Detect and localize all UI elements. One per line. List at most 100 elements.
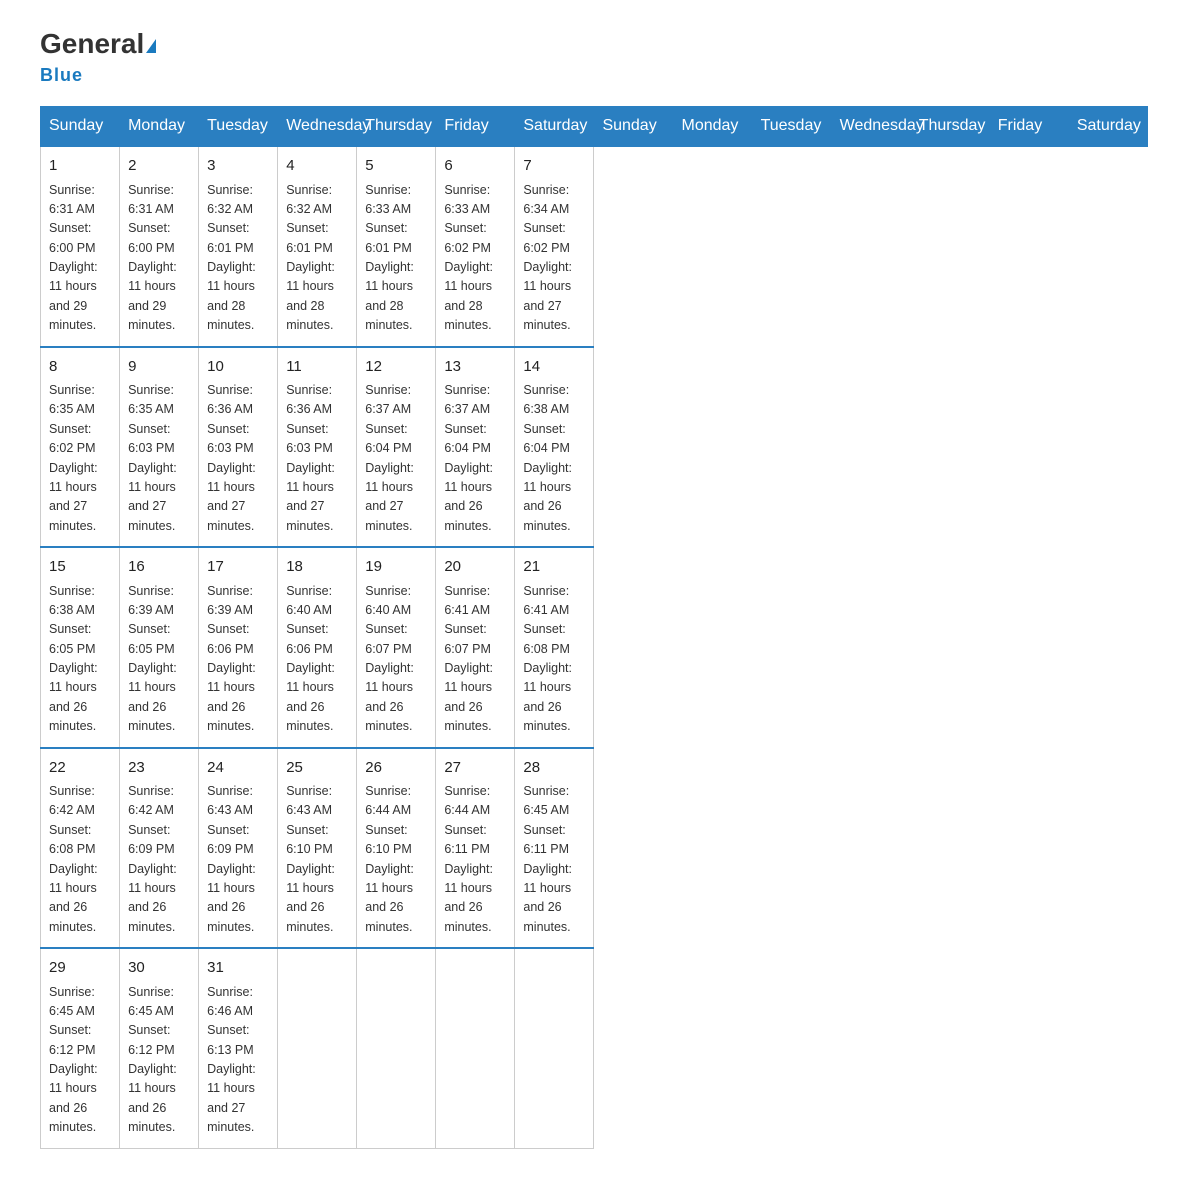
header-tuesday: Tuesday	[199, 107, 278, 147]
day-info: Sunrise: 6:43 AMSunset: 6:09 PMDaylight:…	[207, 782, 269, 937]
day-info: Sunrise: 6:45 AMSunset: 6:11 PMDaylight:…	[523, 782, 585, 937]
header-friday: Friday	[436, 107, 515, 147]
day-info: Sunrise: 6:31 AMSunset: 6:00 PMDaylight:…	[128, 181, 190, 336]
calendar-cell: 1 Sunrise: 6:31 AMSunset: 6:00 PMDayligh…	[41, 146, 120, 347]
day-number: 20	[444, 556, 506, 579]
calendar-cell: 16 Sunrise: 6:39 AMSunset: 6:05 PMDaylig…	[120, 547, 199, 748]
day-info: Sunrise: 6:42 AMSunset: 6:08 PMDaylight:…	[49, 782, 111, 937]
day-info: Sunrise: 6:39 AMSunset: 6:06 PMDaylight:…	[207, 582, 269, 737]
day-info: Sunrise: 6:36 AMSunset: 6:03 PMDaylight:…	[207, 381, 269, 536]
day-number: 24	[207, 757, 269, 780]
calendar-cell: 31 Sunrise: 6:46 AMSunset: 6:13 PMDaylig…	[199, 948, 278, 1148]
day-info: Sunrise: 6:41 AMSunset: 6:08 PMDaylight:…	[523, 582, 585, 737]
day-number: 6	[444, 155, 506, 178]
day-number: 29	[49, 957, 111, 980]
calendar-cell: 13 Sunrise: 6:37 AMSunset: 6:04 PMDaylig…	[436, 347, 515, 548]
calendar-week-1: 1 Sunrise: 6:31 AMSunset: 6:00 PMDayligh…	[41, 146, 1148, 347]
calendar-cell: 21 Sunrise: 6:41 AMSunset: 6:08 PMDaylig…	[515, 547, 594, 748]
logo: General Blue	[40, 30, 156, 86]
header-thursday: Thursday	[357, 107, 436, 147]
day-info: Sunrise: 6:44 AMSunset: 6:11 PMDaylight:…	[444, 782, 506, 937]
day-info: Sunrise: 6:37 AMSunset: 6:04 PMDaylight:…	[365, 381, 427, 536]
day-info: Sunrise: 6:34 AMSunset: 6:02 PMDaylight:…	[523, 181, 585, 336]
day-number: 13	[444, 356, 506, 379]
day-info: Sunrise: 6:35 AMSunset: 6:03 PMDaylight:…	[128, 381, 190, 536]
calendar-week-3: 15 Sunrise: 6:38 AMSunset: 6:05 PMDaylig…	[41, 547, 1148, 748]
day-number: 18	[286, 556, 348, 579]
calendar-cell: 5 Sunrise: 6:33 AMSunset: 6:01 PMDayligh…	[357, 146, 436, 347]
day-number: 16	[128, 556, 190, 579]
day-info: Sunrise: 6:45 AMSunset: 6:12 PMDaylight:…	[49, 983, 111, 1138]
calendar-week-2: 8 Sunrise: 6:35 AMSunset: 6:02 PMDayligh…	[41, 347, 1148, 548]
day-number: 3	[207, 155, 269, 178]
calendar-cell: 15 Sunrise: 6:38 AMSunset: 6:05 PMDaylig…	[41, 547, 120, 748]
day-number: 1	[49, 155, 111, 178]
day-number: 14	[523, 356, 585, 379]
day-info: Sunrise: 6:37 AMSunset: 6:04 PMDaylight:…	[444, 381, 506, 536]
day-number: 17	[207, 556, 269, 579]
day-info: Sunrise: 6:36 AMSunset: 6:03 PMDaylight:…	[286, 381, 348, 536]
calendar-cell: 20 Sunrise: 6:41 AMSunset: 6:07 PMDaylig…	[436, 547, 515, 748]
day-number: 30	[128, 957, 190, 980]
day-info: Sunrise: 6:35 AMSunset: 6:02 PMDaylight:…	[49, 381, 111, 536]
logo-blue-text: Blue	[40, 65, 83, 85]
header-day-thursday: Thursday	[910, 107, 989, 147]
day-number: 5	[365, 155, 427, 178]
day-info: Sunrise: 6:33 AMSunset: 6:02 PMDaylight:…	[444, 181, 506, 336]
calendar-cell: 9 Sunrise: 6:35 AMSunset: 6:03 PMDayligh…	[120, 347, 199, 548]
day-number: 2	[128, 155, 190, 178]
day-number: 19	[365, 556, 427, 579]
day-info: Sunrise: 6:45 AMSunset: 6:12 PMDaylight:…	[128, 983, 190, 1138]
day-number: 15	[49, 556, 111, 579]
day-info: Sunrise: 6:39 AMSunset: 6:05 PMDaylight:…	[128, 582, 190, 737]
logo-text: General Blue	[40, 30, 156, 86]
calendar-week-5: 29 Sunrise: 6:45 AMSunset: 6:12 PMDaylig…	[41, 948, 1148, 1148]
day-info: Sunrise: 6:31 AMSunset: 6:00 PMDaylight:…	[49, 181, 111, 336]
day-number: 31	[207, 957, 269, 980]
calendar-cell: 7 Sunrise: 6:34 AMSunset: 6:02 PMDayligh…	[515, 146, 594, 347]
day-number: 12	[365, 356, 427, 379]
day-number: 25	[286, 757, 348, 780]
calendar-cell	[515, 948, 594, 1148]
calendar-cell: 3 Sunrise: 6:32 AMSunset: 6:01 PMDayligh…	[199, 146, 278, 347]
day-number: 26	[365, 757, 427, 780]
day-number: 11	[286, 356, 348, 379]
header-day-monday: Monday	[673, 107, 752, 147]
day-info: Sunrise: 6:41 AMSunset: 6:07 PMDaylight:…	[444, 582, 506, 737]
day-info: Sunrise: 6:38 AMSunset: 6:04 PMDaylight:…	[523, 381, 585, 536]
header-wednesday: Wednesday	[278, 107, 357, 147]
day-number: 21	[523, 556, 585, 579]
header-day-wednesday: Wednesday	[831, 107, 910, 147]
calendar-cell	[357, 948, 436, 1148]
header-day-saturday: Saturday	[1068, 107, 1147, 147]
header-day-tuesday: Tuesday	[752, 107, 831, 147]
day-number: 22	[49, 757, 111, 780]
calendar-cell: 8 Sunrise: 6:35 AMSunset: 6:02 PMDayligh…	[41, 347, 120, 548]
calendar-cell: 6 Sunrise: 6:33 AMSunset: 6:02 PMDayligh…	[436, 146, 515, 347]
day-number: 4	[286, 155, 348, 178]
day-info: Sunrise: 6:32 AMSunset: 6:01 PMDaylight:…	[207, 181, 269, 336]
calendar-cell: 11 Sunrise: 6:36 AMSunset: 6:03 PMDaylig…	[278, 347, 357, 548]
header-sunday: Sunday	[41, 107, 120, 147]
day-info: Sunrise: 6:32 AMSunset: 6:01 PMDaylight:…	[286, 181, 348, 336]
day-number: 23	[128, 757, 190, 780]
page-header: General Blue	[40, 30, 1148, 86]
day-info: Sunrise: 6:42 AMSunset: 6:09 PMDaylight:…	[128, 782, 190, 937]
calendar-cell: 12 Sunrise: 6:37 AMSunset: 6:04 PMDaylig…	[357, 347, 436, 548]
day-info: Sunrise: 6:46 AMSunset: 6:13 PMDaylight:…	[207, 983, 269, 1138]
calendar-cell: 10 Sunrise: 6:36 AMSunset: 6:03 PMDaylig…	[199, 347, 278, 548]
calendar-cell: 19 Sunrise: 6:40 AMSunset: 6:07 PMDaylig…	[357, 547, 436, 748]
calendar-cell	[278, 948, 357, 1148]
day-info: Sunrise: 6:33 AMSunset: 6:01 PMDaylight:…	[365, 181, 427, 336]
header-monday: Monday	[120, 107, 199, 147]
day-number: 9	[128, 356, 190, 379]
header-day-friday: Friday	[989, 107, 1068, 147]
calendar-cell: 2 Sunrise: 6:31 AMSunset: 6:00 PMDayligh…	[120, 146, 199, 347]
day-info: Sunrise: 6:43 AMSunset: 6:10 PMDaylight:…	[286, 782, 348, 937]
header-saturday: Saturday	[515, 107, 594, 147]
day-number: 27	[444, 757, 506, 780]
day-number: 8	[49, 356, 111, 379]
header-day-sunday: Sunday	[594, 107, 673, 147]
calendar-cell: 14 Sunrise: 6:38 AMSunset: 6:04 PMDaylig…	[515, 347, 594, 548]
calendar-cell: 18 Sunrise: 6:40 AMSunset: 6:06 PMDaylig…	[278, 547, 357, 748]
